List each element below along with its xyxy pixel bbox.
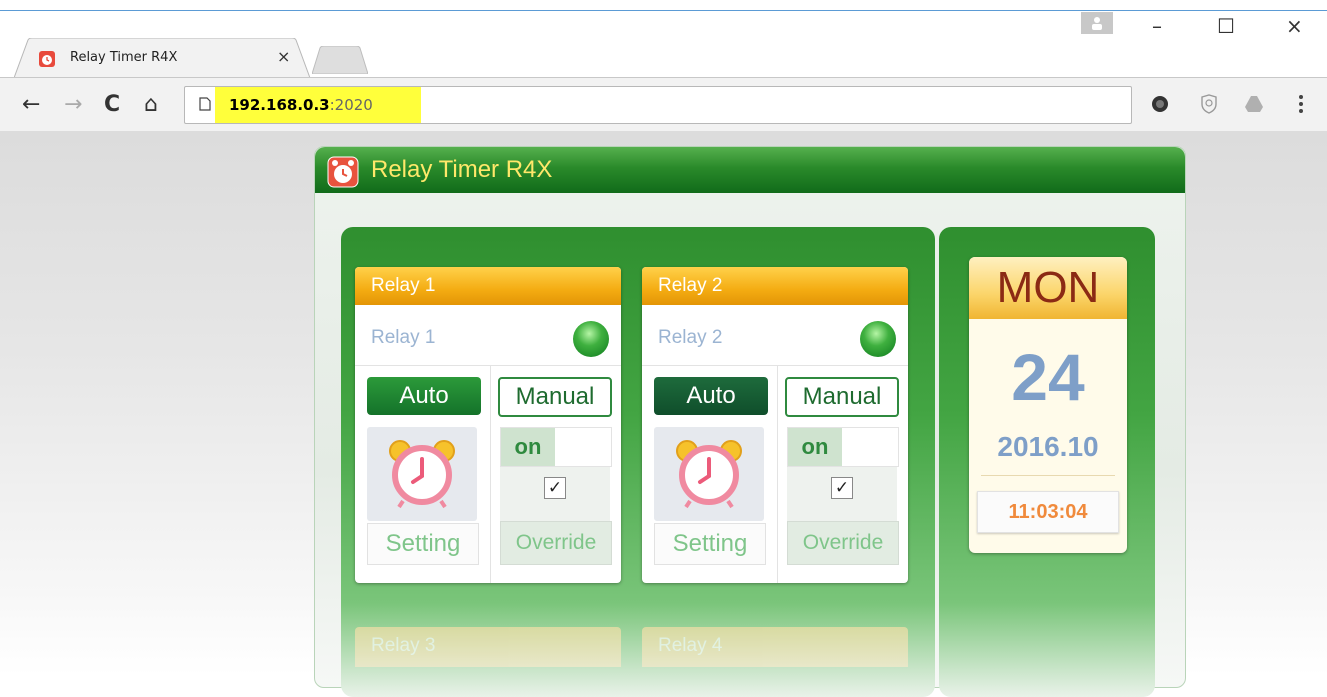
- relay-header-label: Relay 3: [371, 635, 436, 656]
- new-tab-button[interactable]: [312, 46, 368, 74]
- profile-button[interactable]: [1081, 12, 1113, 34]
- menu-icon[interactable]: [1297, 94, 1305, 114]
- alarm-clock-icon: [389, 440, 455, 509]
- on-off-toggle[interactable]: on: [500, 427, 612, 467]
- divider: [777, 365, 778, 583]
- override-checkbox[interactable]: ✓: [544, 477, 566, 499]
- drive-icon[interactable]: [1244, 94, 1264, 114]
- alarm-clock-icon: [327, 156, 359, 188]
- override-checkbox[interactable]: ✓: [831, 477, 853, 499]
- relay-name: Relay 1: [371, 327, 436, 348]
- relay-name: Relay 2: [658, 327, 723, 348]
- tab-title: Relay Timer R4X: [70, 50, 178, 65]
- url-text: 192.168.0.3:2020: [229, 96, 373, 114]
- setting-icon-button[interactable]: [367, 427, 477, 521]
- setting-button[interactable]: Setting: [654, 523, 766, 565]
- minimize-button[interactable]: –: [1152, 14, 1162, 38]
- relay-card-3: Relay 3: [355, 627, 621, 667]
- home-button[interactable]: ⌂: [144, 92, 158, 117]
- relay-card: Relay 1 Relay 1 Auto Manual Setting on ✓…: [355, 267, 621, 583]
- relay-card: Relay 2 Relay 2 Auto Manual Setting on ✓…: [642, 267, 908, 583]
- divider: [490, 365, 491, 583]
- page-icon: [199, 97, 211, 111]
- year-month: 2016.10: [997, 431, 1099, 462]
- window-top-border: [0, 10, 1327, 11]
- url-host: 192.168.0.3: [229, 96, 330, 114]
- shield-icon[interactable]: [1199, 94, 1219, 114]
- day-number: 24: [1011, 340, 1085, 414]
- reload-button[interactable]: C: [104, 92, 120, 117]
- person-icon: [1092, 17, 1102, 30]
- toggle-on-label: on: [788, 428, 842, 466]
- tab-close-button[interactable]: ×: [277, 47, 290, 66]
- override-group: on ✓ Override: [500, 427, 612, 565]
- close-window-button[interactable]: ×: [1286, 14, 1303, 38]
- url-port: :2020: [329, 96, 373, 114]
- relay-header-label: Relay 4: [658, 635, 723, 656]
- browser-tab[interactable]: Relay Timer R4X ×: [14, 38, 311, 78]
- maximize-button[interactable]: ☐: [1217, 14, 1235, 38]
- alarm-clock-icon: [39, 51, 55, 67]
- override-button[interactable]: Override: [500, 521, 612, 565]
- divider: [642, 365, 908, 366]
- override-button[interactable]: Override: [787, 521, 899, 565]
- manual-button[interactable]: Manual: [785, 377, 899, 417]
- status-led: [860, 321, 896, 357]
- page-viewport: Relay Timer R4X Relay 1 Relay 1 Auto Man…: [0, 131, 1327, 697]
- status-led: [573, 321, 609, 357]
- relay-header: Relay 2: [642, 267, 908, 305]
- app-title: Relay Timer R4X: [371, 156, 553, 183]
- clock-time[interactable]: 11:03:04: [977, 491, 1119, 533]
- forward-button[interactable]: →: [64, 92, 82, 117]
- on-off-toggle[interactable]: on: [787, 427, 899, 467]
- app-frame: Relay Timer R4X Relay 1 Relay 1 Auto Man…: [314, 146, 1186, 697]
- relay-header-label: Relay 2: [658, 275, 723, 296]
- relay-card-4: Relay 4: [642, 627, 908, 667]
- alarm-clock-icon: [676, 440, 742, 509]
- relay-header-label: Relay 1: [371, 275, 436, 296]
- back-button[interactable]: ←: [22, 92, 40, 117]
- address-bar[interactable]: 192.168.0.3:2020: [184, 86, 1132, 124]
- browser-toolbar: ← → C ⌂ 192.168.0.3:2020: [0, 77, 1327, 132]
- divider: [981, 475, 1115, 476]
- date-panel: MON 24 2016.10 11:03:04: [939, 227, 1155, 697]
- override-group: on ✓ Override: [787, 427, 899, 565]
- setting-button[interactable]: Setting: [367, 523, 479, 565]
- manual-button[interactable]: Manual: [498, 377, 612, 417]
- globe-icon[interactable]: [1150, 94, 1170, 114]
- date-card: MON 24 2016.10 11:03:04: [969, 257, 1127, 553]
- auto-button[interactable]: Auto: [367, 377, 481, 415]
- toggle-on-label: on: [501, 428, 555, 466]
- relay-header: Relay 1: [355, 267, 621, 305]
- divider: [355, 365, 621, 366]
- relay-panel: Relay 1 Relay 1 Auto Manual Setting on ✓…: [341, 227, 935, 697]
- day-of-week: MON: [969, 257, 1127, 319]
- setting-icon-button[interactable]: [654, 427, 764, 521]
- auto-button[interactable]: Auto: [654, 377, 768, 415]
- app-header: Relay Timer R4X: [315, 147, 1185, 193]
